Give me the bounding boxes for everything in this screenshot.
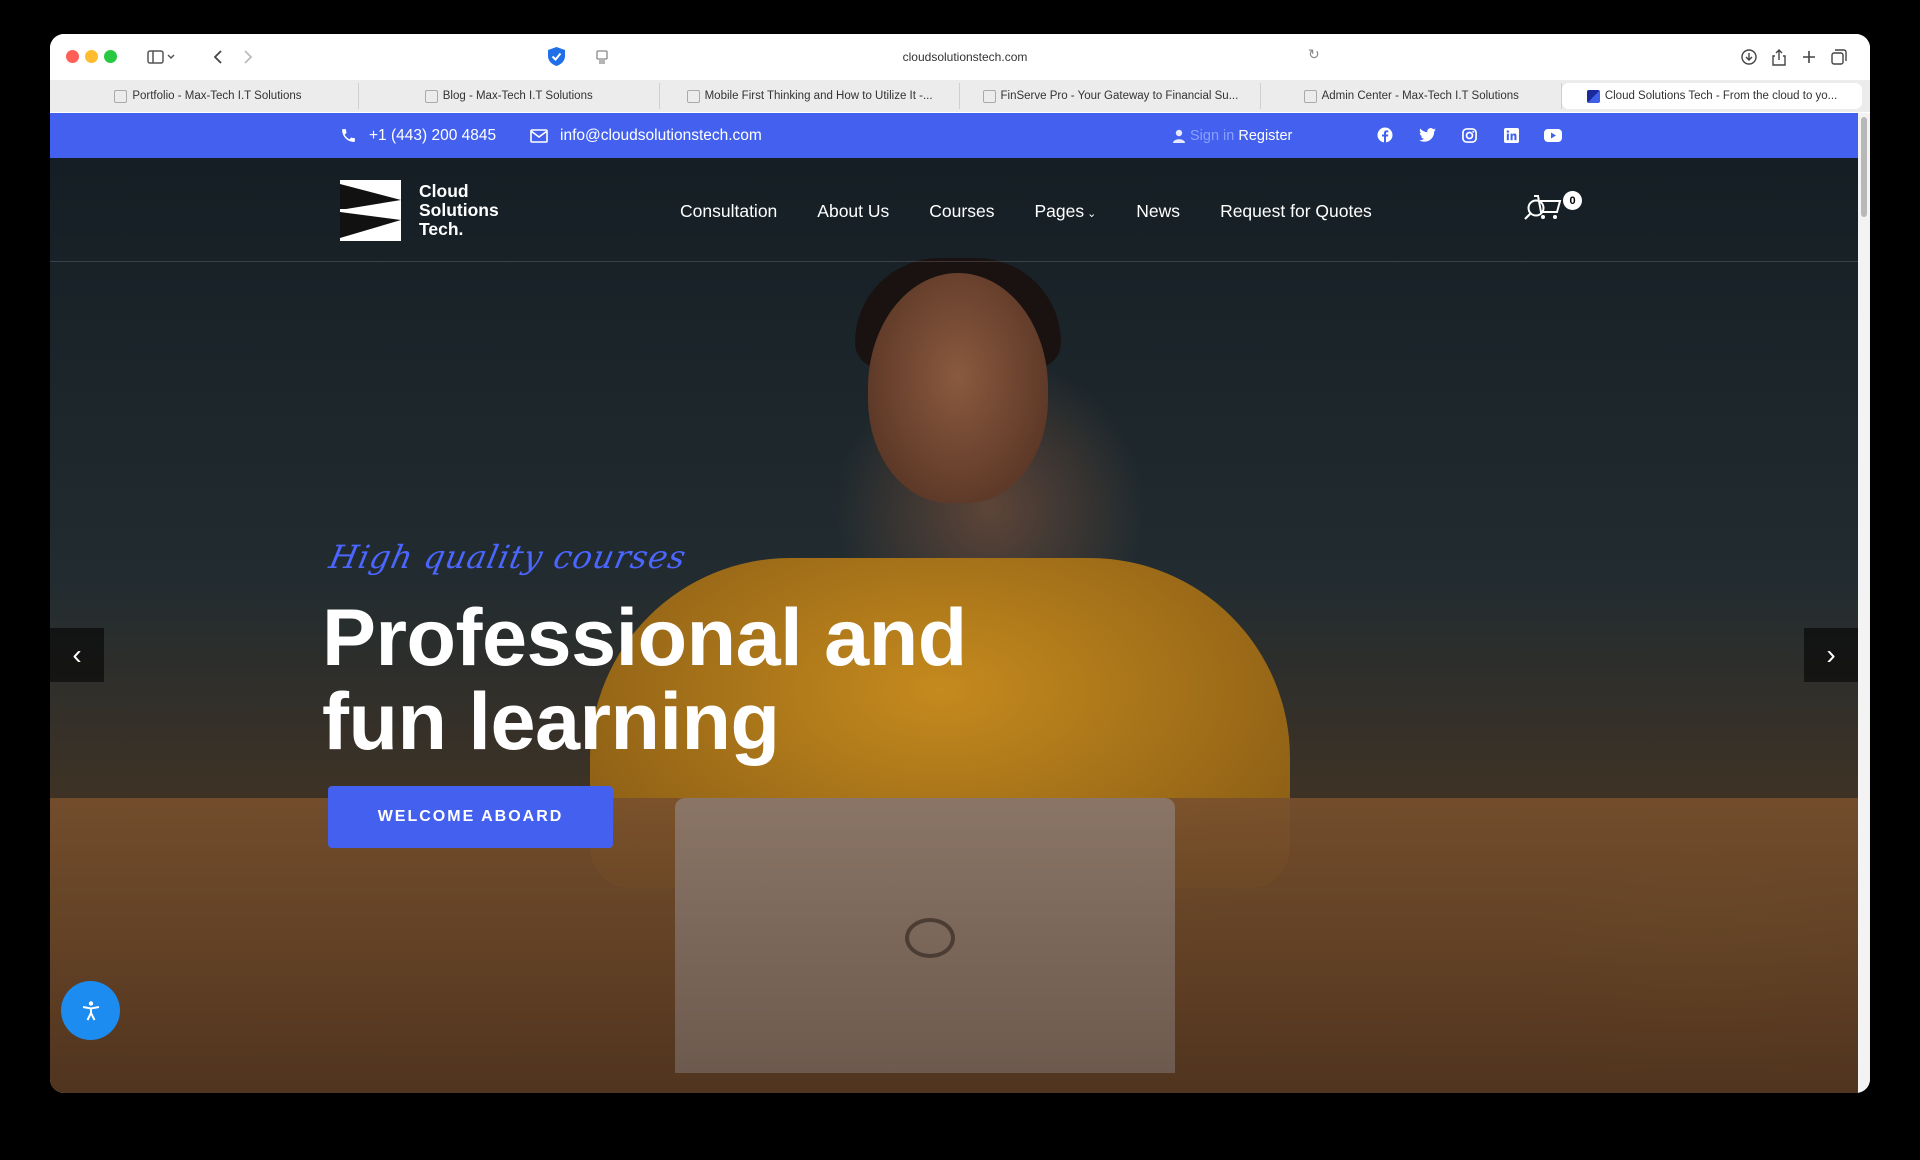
new-tab-icon[interactable]: [1800, 44, 1818, 70]
hero-tagline: High quality courses: [325, 538, 691, 576]
hero-slider: Cloud Solutions Tech. Consultation About…: [50, 158, 1858, 1093]
sidebar-toggle-icon[interactable]: [142, 44, 182, 70]
nav-request-quotes[interactable]: Request for Quotes: [1220, 201, 1372, 222]
laptop-logo-icon: [905, 918, 955, 958]
website: +1 (443) 200 4845 info@cloudsolutionstec…: [50, 113, 1858, 1093]
tab-finserve[interactable]: FinServe Pro - Your Gateway to Financial…: [960, 83, 1262, 109]
contact-bar: +1 (443) 200 4845 info@cloudsolutionstec…: [50, 113, 1858, 158]
nav-news[interactable]: News: [1136, 201, 1180, 222]
nav-pages[interactable]: Pages ⌄: [1034, 201, 1096, 222]
chevron-right-icon: ›: [1826, 639, 1836, 670]
user-icon: [1173, 129, 1185, 143]
hero-headline: Professional and fun learning: [322, 593, 967, 767]
back-icon[interactable]: [208, 44, 228, 70]
instagram-icon[interactable]: [1460, 126, 1478, 144]
email-link[interactable]: info@cloudsolutionstech.com: [530, 113, 762, 158]
zoom-window-button[interactable]: [104, 50, 117, 63]
sign-in-link[interactable]: Sign in: [1190, 128, 1234, 144]
favicon-icon: [982, 89, 996, 103]
cart-count-badge: 0: [1563, 191, 1582, 210]
share-icon[interactable]: [1770, 44, 1788, 70]
cart-icon[interactable]: [1533, 194, 1563, 222]
favicon-icon: [1303, 89, 1317, 103]
downloads-icon[interactable]: [1740, 44, 1758, 70]
welcome-aboard-button[interactable]: WELCOME ABOARD: [328, 786, 613, 848]
phone-number: +1 (443) 200 4845: [369, 126, 497, 144]
nav-consultation[interactable]: Consultation: [680, 201, 777, 222]
nav-about-us[interactable]: About Us: [817, 201, 889, 222]
favicon-icon: [1586, 89, 1600, 103]
browser-toolbar: cloudsolutionstech.com ↻: [50, 34, 1870, 80]
close-window-button[interactable]: [66, 50, 79, 63]
favicon-icon: [686, 89, 700, 103]
tab-blog[interactable]: Blog - Max-Tech I.T Solutions: [359, 83, 660, 109]
tab-admin-center[interactable]: Admin Center - Max-Tech I.T Solutions: [1261, 83, 1563, 109]
site-logo[interactable]: Cloud Solutions Tech.: [340, 180, 499, 241]
favicon-icon: [114, 89, 128, 103]
register-link[interactable]: Register: [1238, 128, 1292, 144]
header-divider: [50, 261, 1858, 262]
slider-next-button[interactable]: ›: [1804, 628, 1858, 682]
linkedin-icon[interactable]: [1502, 126, 1520, 144]
page-scrollbar[interactable]: [1858, 113, 1870, 1093]
youtube-icon[interactable]: [1544, 126, 1562, 144]
tab-overview-icon[interactable]: [1830, 44, 1848, 70]
tab-bar: Portfolio - Max-Tech I.T Solutions Blog …: [50, 80, 1870, 112]
minimize-window-button[interactable]: [85, 50, 98, 63]
accessibility-icon: [82, 1000, 99, 1020]
logo-mark-icon: [340, 180, 401, 241]
mail-icon: [530, 128, 548, 143]
email-address: info@cloudsolutionstech.com: [560, 126, 762, 144]
accessibility-button[interactable]: [61, 981, 120, 1040]
facebook-icon[interactable]: [1376, 126, 1394, 144]
phone-link[interactable]: +1 (443) 200 4845: [340, 113, 496, 158]
logo-text: Cloud Solutions Tech.: [419, 181, 499, 239]
main-nav: Consultation About Us Courses Pages ⌄ New…: [680, 201, 1412, 222]
scroll-thumb[interactable]: [1861, 117, 1867, 217]
browser-window: cloudsolutionstech.com ↻ Portfolio - Max…: [50, 34, 1870, 1093]
slider-prev-button[interactable]: ‹: [50, 628, 104, 682]
nav-courses[interactable]: Courses: [929, 201, 994, 222]
account-links: Sign in Register: [1172, 113, 1292, 158]
tab-mobile-first[interactable]: Mobile First Thinking and How to Utilize…: [660, 83, 961, 109]
hero-photo-laptop: [675, 798, 1175, 1073]
url-text: cloudsolutionstech.com: [902, 50, 1028, 64]
address-bar[interactable]: cloudsolutionstech.com: [550, 42, 1380, 72]
tab-cloud-solutions[interactable]: Cloud Solutions Tech - From the cloud to…: [1562, 83, 1862, 109]
twitter-icon[interactable]: [1418, 126, 1436, 144]
chevron-down-icon: ⌄: [1087, 208, 1097, 220]
tab-portfolio[interactable]: Portfolio - Max-Tech I.T Solutions: [58, 83, 359, 109]
forward-icon[interactable]: [238, 44, 258, 70]
favicon-icon: [424, 89, 438, 103]
reload-icon[interactable]: ↻: [1308, 46, 1320, 63]
chevron-left-icon: ‹: [72, 639, 82, 670]
hero-photo-face: [868, 273, 1048, 503]
phone-icon: [342, 129, 355, 142]
